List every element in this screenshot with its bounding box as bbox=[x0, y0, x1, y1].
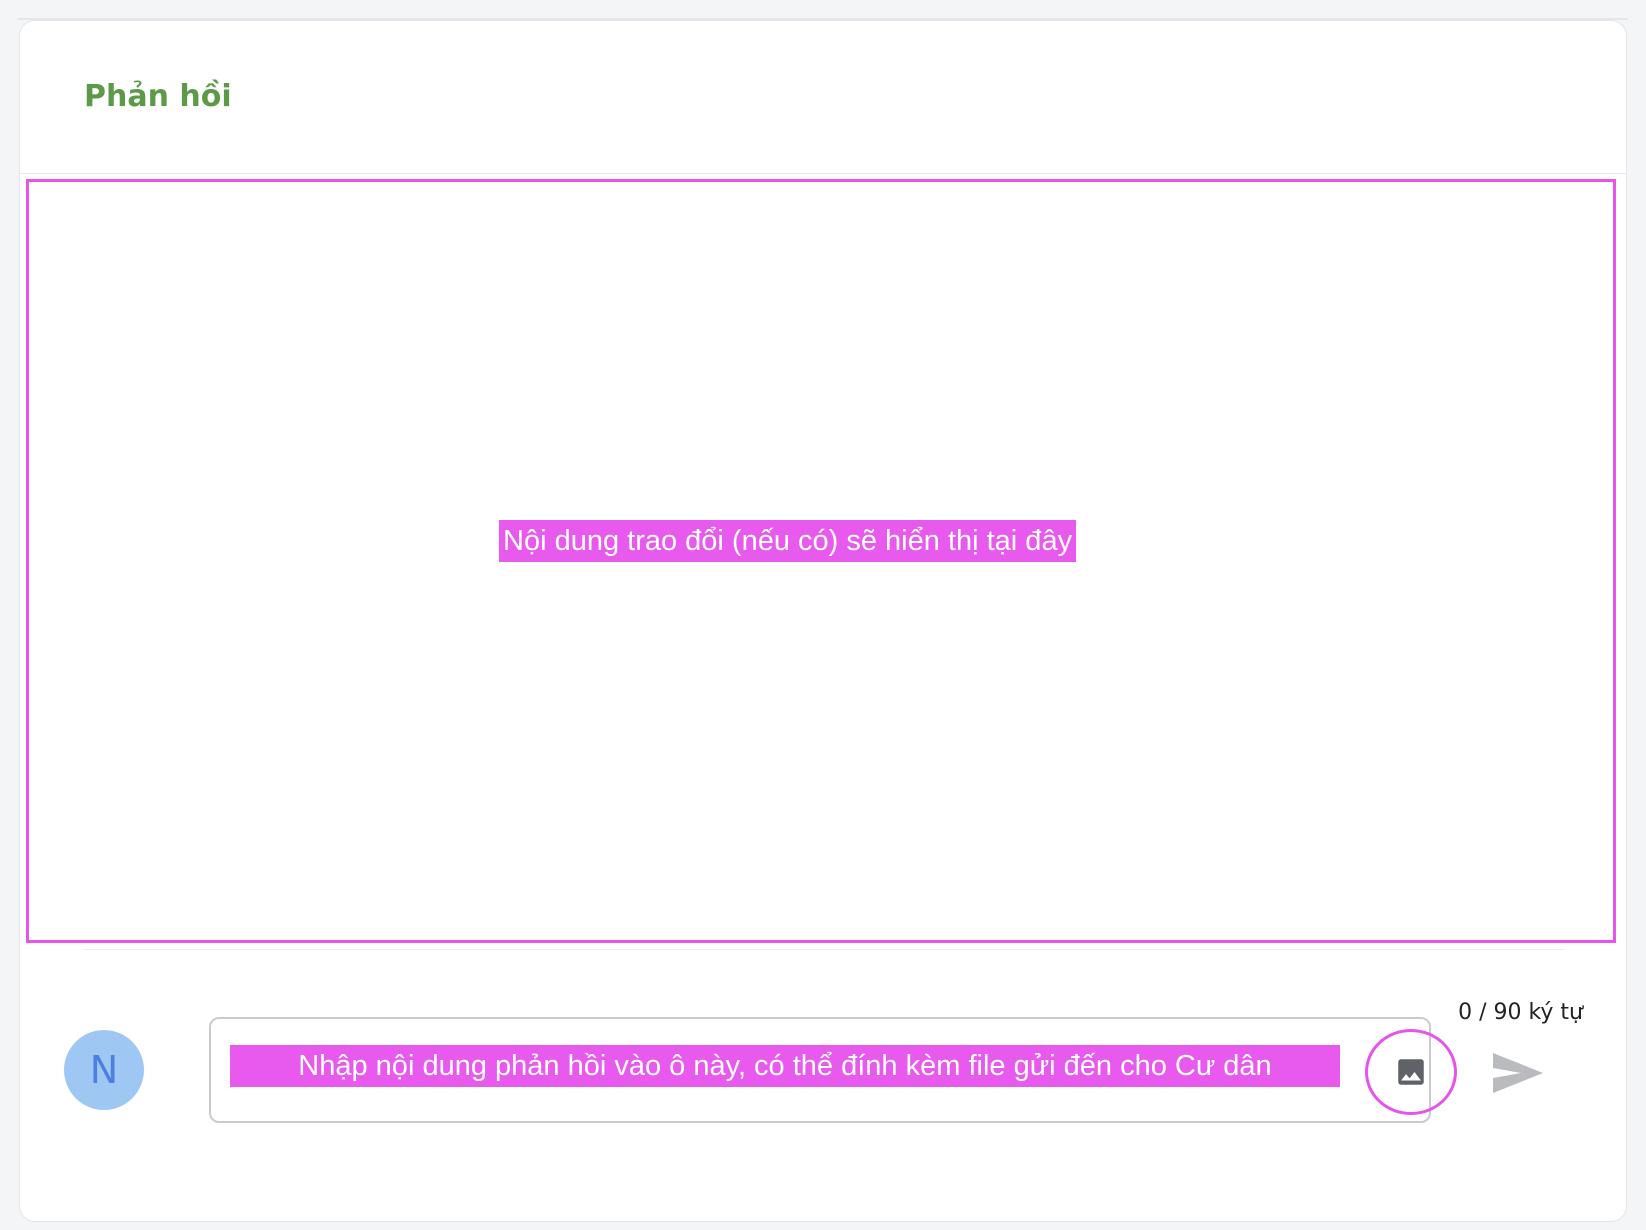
char-counter: 0 / 90 ký tự bbox=[1458, 1000, 1583, 1025]
reply-input-placeholder: Nhập nội dung phản hồi vào ô này, có thể… bbox=[230, 1045, 1340, 1087]
empty-thread-message: Nội dung trao đổi (nếu có) sẽ hiển thị t… bbox=[499, 520, 1077, 562]
send-button[interactable] bbox=[1490, 1045, 1546, 1101]
message-thread: Nội dung trao đổi (nếu có) sẽ hiển thị t… bbox=[26, 179, 1616, 943]
page-title: Phản hồi bbox=[84, 79, 232, 114]
image-icon bbox=[1398, 1059, 1424, 1085]
avatar-initial: N bbox=[89, 1048, 119, 1092]
send-icon bbox=[1493, 1053, 1543, 1093]
attach-image-button[interactable] bbox=[1365, 1029, 1457, 1115]
reply-input[interactable]: Nhập nội dung phản hồi vào ô này, có thể… bbox=[209, 1017, 1431, 1123]
avatar: N bbox=[64, 1030, 144, 1110]
composer-divider bbox=[84, 949, 1564, 950]
card-header: Phản hồi bbox=[20, 21, 1626, 174]
